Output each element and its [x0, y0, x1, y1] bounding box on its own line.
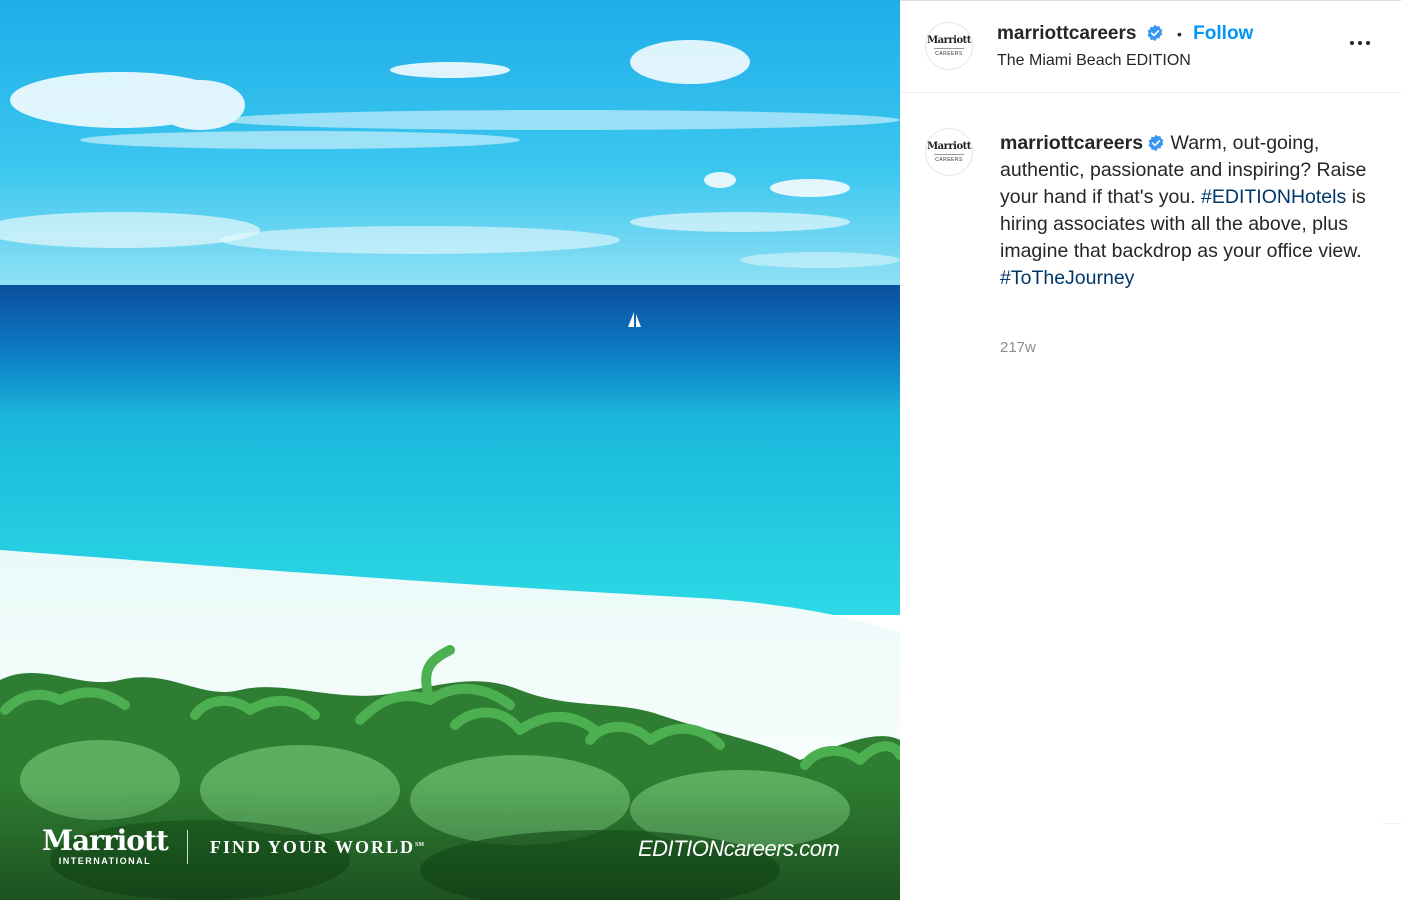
more-options-icon[interactable] — [1348, 31, 1372, 55]
post-photo[interactable]: Marriott INTERNATIONAL FIND YOUR WORLDSM… — [0, 0, 900, 900]
verified-badge-icon — [1148, 134, 1164, 152]
hashtag-to-the-journey[interactable]: #ToTheJourney — [1000, 267, 1134, 289]
photo-url: EDITIONcareers.com — [638, 836, 840, 861]
header-username[interactable]: marriottcareers — [997, 23, 1136, 44]
divider — [1382, 823, 1401, 824]
caption-username[interactable]: marriottcareers — [1000, 132, 1143, 154]
header-user-row: marriottcareers • Follow — [997, 23, 1254, 44]
marriott-logo: Marriott INTERNATIONAL — [42, 824, 169, 867]
post-timestamp[interactable]: 217w — [1000, 339, 1036, 356]
photo-divider — [187, 830, 188, 864]
avatar[interactable]: Marriott CAREERS — [925, 22, 973, 70]
beach-image — [0, 0, 900, 900]
location-link[interactable]: The Miami Beach EDITION — [997, 52, 1191, 70]
follow-button[interactable]: Follow — [1193, 23, 1253, 44]
verified-badge-icon — [1147, 24, 1163, 42]
hashtag-edition-hotels[interactable]: #EDITIONHotels — [1201, 186, 1346, 208]
caption-text: marriottcareers Warm, out-going, authent… — [1000, 130, 1380, 292]
post-side-panel: Marriott CAREERS marriottcareers • Follo… — [900, 0, 1401, 900]
post-header: Marriott CAREERS marriottcareers • Follo… — [900, 1, 1401, 93]
photo-tagline: FIND YOUR WORLDSM — [210, 837, 425, 857]
caption-avatar[interactable]: Marriott CAREERS — [925, 128, 973, 176]
